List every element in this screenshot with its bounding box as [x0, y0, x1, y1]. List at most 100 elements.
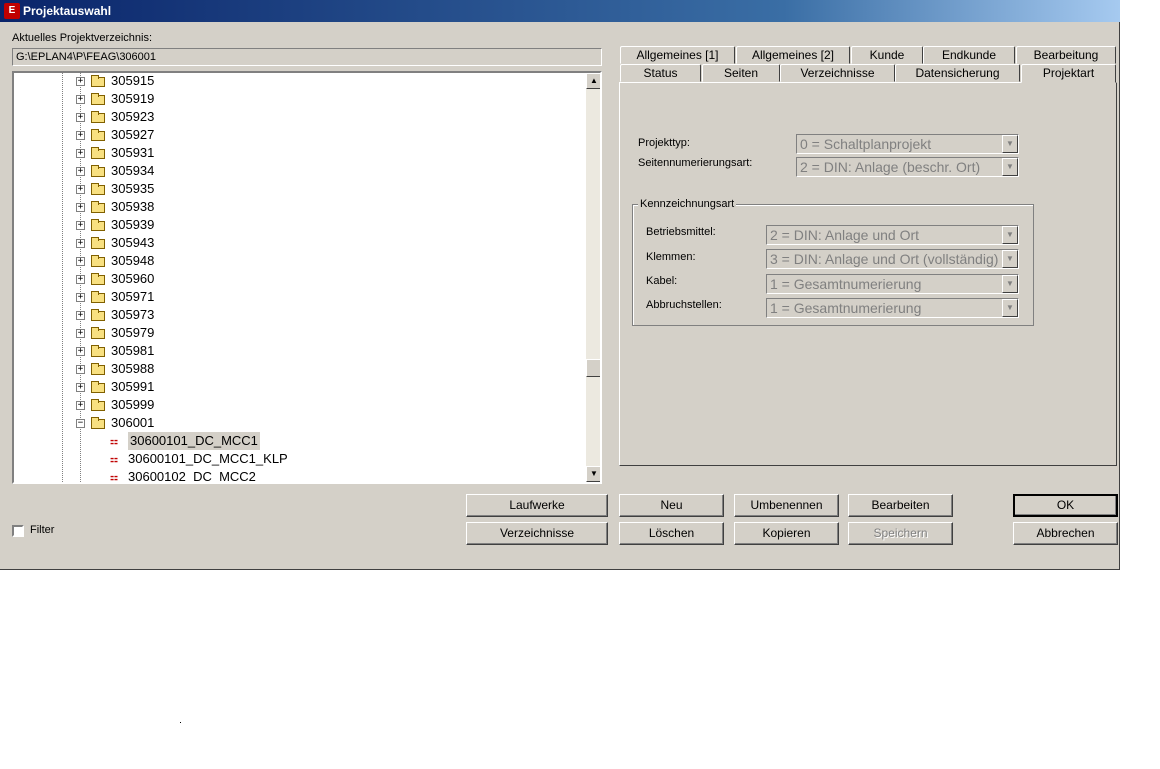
collapse-minus-icon[interactable]: −: [76, 419, 85, 428]
abbrechen-button[interactable]: Abbrechen: [1013, 522, 1118, 545]
bearbeiten-button[interactable]: Bearbeiten: [848, 494, 953, 517]
betriebsmittel-select[interactable]: 2 = DIN: Anlage und Ort ▼: [766, 225, 1019, 245]
kopieren-button[interactable]: Kopieren: [734, 522, 839, 545]
tree-folder-node[interactable]: +305923: [14, 108, 574, 126]
speichern-button[interactable]: Speichern: [848, 522, 953, 545]
neu-button[interactable]: Neu: [619, 494, 724, 517]
tab-projektart[interactable]: Projektart: [1021, 64, 1116, 83]
expand-plus-icon[interactable]: +: [76, 77, 85, 86]
tree-project-node[interactable]: ⚏ 30600101_DC_MCC1: [14, 432, 574, 450]
chevron-down-icon[interactable]: ▼: [1002, 226, 1018, 244]
tree-folder-node[interactable]: +305979: [14, 324, 574, 342]
tab-kunde[interactable]: Kunde: [851, 46, 923, 64]
tab-verzeichnisse[interactable]: Verzeichnisse: [780, 64, 895, 82]
tree-folder-node[interactable]: +305915: [14, 73, 574, 90]
tree-folder-label: 305979: [111, 325, 155, 340]
tree-folder-node[interactable]: +305943: [14, 234, 574, 252]
tree-scrollbar[interactable]: ▲ ▼: [586, 73, 600, 482]
project-tree[interactable]: +305915 +305919 +305923 +305927 +305931 +3059…: [12, 71, 602, 484]
scroll-down-arrow-icon[interactable]: ▼: [586, 466, 600, 482]
tab-endkunde[interactable]: Endkunde: [923, 46, 1015, 64]
tree-folder-node[interactable]: +305931: [14, 144, 574, 162]
tree-folder-node[interactable]: +305973: [14, 306, 574, 324]
tree-folder-node[interactable]: +305934: [14, 162, 574, 180]
chevron-down-icon[interactable]: ▼: [1002, 135, 1018, 153]
tree-folder-node[interactable]: +305981: [14, 342, 574, 360]
tab-bearbeitung[interactable]: Bearbeitung: [1016, 46, 1116, 64]
kabel-select[interactable]: 1 = Gesamtnumerierung ▼: [766, 274, 1019, 294]
abbruch-select[interactable]: 1 = Gesamtnumerierung ▼: [766, 298, 1019, 318]
folder-icon: [91, 399, 105, 411]
chevron-down-icon[interactable]: ▼: [1002, 250, 1018, 268]
seitennum-select[interactable]: 2 = DIN: Anlage (beschr. Ort) ▼: [796, 157, 1019, 177]
tree-folder-node[interactable]: +305927: [14, 126, 574, 144]
tree-folder-node[interactable]: +305938: [14, 198, 574, 216]
expand-plus-icon[interactable]: +: [76, 293, 85, 302]
klemmen-select[interactable]: 3 = DIN: Anlage und Ort (vollständig) ▼: [766, 249, 1019, 269]
expand-plus-icon[interactable]: +: [76, 365, 85, 374]
tree-folder-label: 305938: [111, 199, 155, 214]
tree-folder-label: 305931: [111, 145, 155, 160]
tree-folder-label: 305948: [111, 253, 155, 268]
stray-dot: [180, 722, 181, 723]
expand-plus-icon[interactable]: +: [76, 275, 85, 284]
scroll-up-arrow-icon[interactable]: ▲: [586, 73, 600, 89]
tab-seiten[interactable]: Seiten: [702, 64, 780, 82]
abbruch-value: 1 = Gesamtnumerierung: [770, 300, 922, 316]
tree-folder-node[interactable]: +305988: [14, 360, 574, 378]
scroll-thumb[interactable]: [586, 359, 600, 377]
tree-folder-label: 305943: [111, 235, 155, 250]
expand-plus-icon[interactable]: +: [76, 95, 85, 104]
projekttyp-select[interactable]: 0 = Schaltplanprojekt ▼: [796, 134, 1019, 154]
expand-plus-icon[interactable]: +: [76, 131, 85, 140]
tree-open-folder-node[interactable]: − 306001: [14, 414, 574, 432]
expand-plus-icon[interactable]: +: [76, 257, 85, 266]
expand-plus-icon[interactable]: +: [76, 185, 85, 194]
tree-folder-node[interactable]: +305948: [14, 252, 574, 270]
expand-plus-icon[interactable]: +: [76, 149, 85, 158]
expand-plus-icon[interactable]: +: [76, 347, 85, 356]
ok-button[interactable]: OK: [1013, 494, 1118, 517]
expand-plus-icon[interactable]: +: [76, 329, 85, 338]
tree-project-node[interactable]: ⚏ 30600102_DC_MCC2: [14, 468, 574, 482]
projekttyp-label: Projekttyp:: [638, 137, 690, 149]
tree-folder-node[interactable]: +305960: [14, 270, 574, 288]
expand-plus-icon[interactable]: +: [76, 401, 85, 410]
filter-label: Filter: [30, 524, 55, 536]
expand-plus-icon[interactable]: +: [76, 113, 85, 122]
chevron-down-icon[interactable]: ▼: [1002, 158, 1018, 176]
chevron-down-icon[interactable]: ▼: [1002, 299, 1018, 317]
tree-folder-node[interactable]: +305935: [14, 180, 574, 198]
expand-plus-icon[interactable]: +: [76, 221, 85, 230]
tab-status[interactable]: Status: [620, 64, 701, 82]
title-bar[interactable]: E Projektauswahl: [0, 0, 1120, 22]
tab-allgemeines-1[interactable]: Allgemeines [1]: [620, 46, 735, 64]
tree-folder-node[interactable]: +305991: [14, 378, 574, 396]
expand-plus-icon[interactable]: +: [76, 203, 85, 212]
umbenennen-button[interactable]: Umbenennen: [734, 494, 839, 517]
tree-folder-node[interactable]: +305971: [14, 288, 574, 306]
betriebsmittel-label: Betriebsmittel:: [646, 226, 716, 238]
klemmen-value: 3 = DIN: Anlage und Ort (vollständig): [770, 251, 999, 267]
tree-folder-node[interactable]: +305919: [14, 90, 574, 108]
laufwerke-button[interactable]: Laufwerke: [466, 494, 608, 517]
project-schematic-icon: ⚏: [110, 454, 119, 464]
tree-folder-label: 305971: [111, 289, 155, 304]
expand-plus-icon[interactable]: +: [76, 239, 85, 248]
filter-checkbox[interactable]: [12, 525, 24, 537]
tree-folder-label: 305973: [111, 307, 155, 322]
kennzeichnungsart-title: Kennzeichnungsart: [638, 198, 737, 210]
tab-allgemeines-2[interactable]: Allgemeines [2]: [736, 46, 850, 64]
expand-plus-icon[interactable]: +: [76, 167, 85, 176]
expand-plus-icon[interactable]: +: [76, 311, 85, 320]
expand-plus-icon[interactable]: +: [76, 383, 85, 392]
tree-project-node[interactable]: ⚏ 30600101_DC_MCC1_KLP: [14, 450, 574, 468]
loeschen-button[interactable]: Löschen: [619, 522, 724, 545]
chevron-down-icon[interactable]: ▼: [1002, 275, 1018, 293]
tree-folder-node[interactable]: +305999: [14, 396, 574, 414]
tab-datensicherung[interactable]: Datensicherung: [895, 64, 1020, 82]
verzeichnisse-button[interactable]: Verzeichnisse: [466, 522, 608, 545]
folder-icon: [91, 345, 105, 357]
folder-icon: [91, 381, 105, 393]
tree-folder-node[interactable]: +305939: [14, 216, 574, 234]
